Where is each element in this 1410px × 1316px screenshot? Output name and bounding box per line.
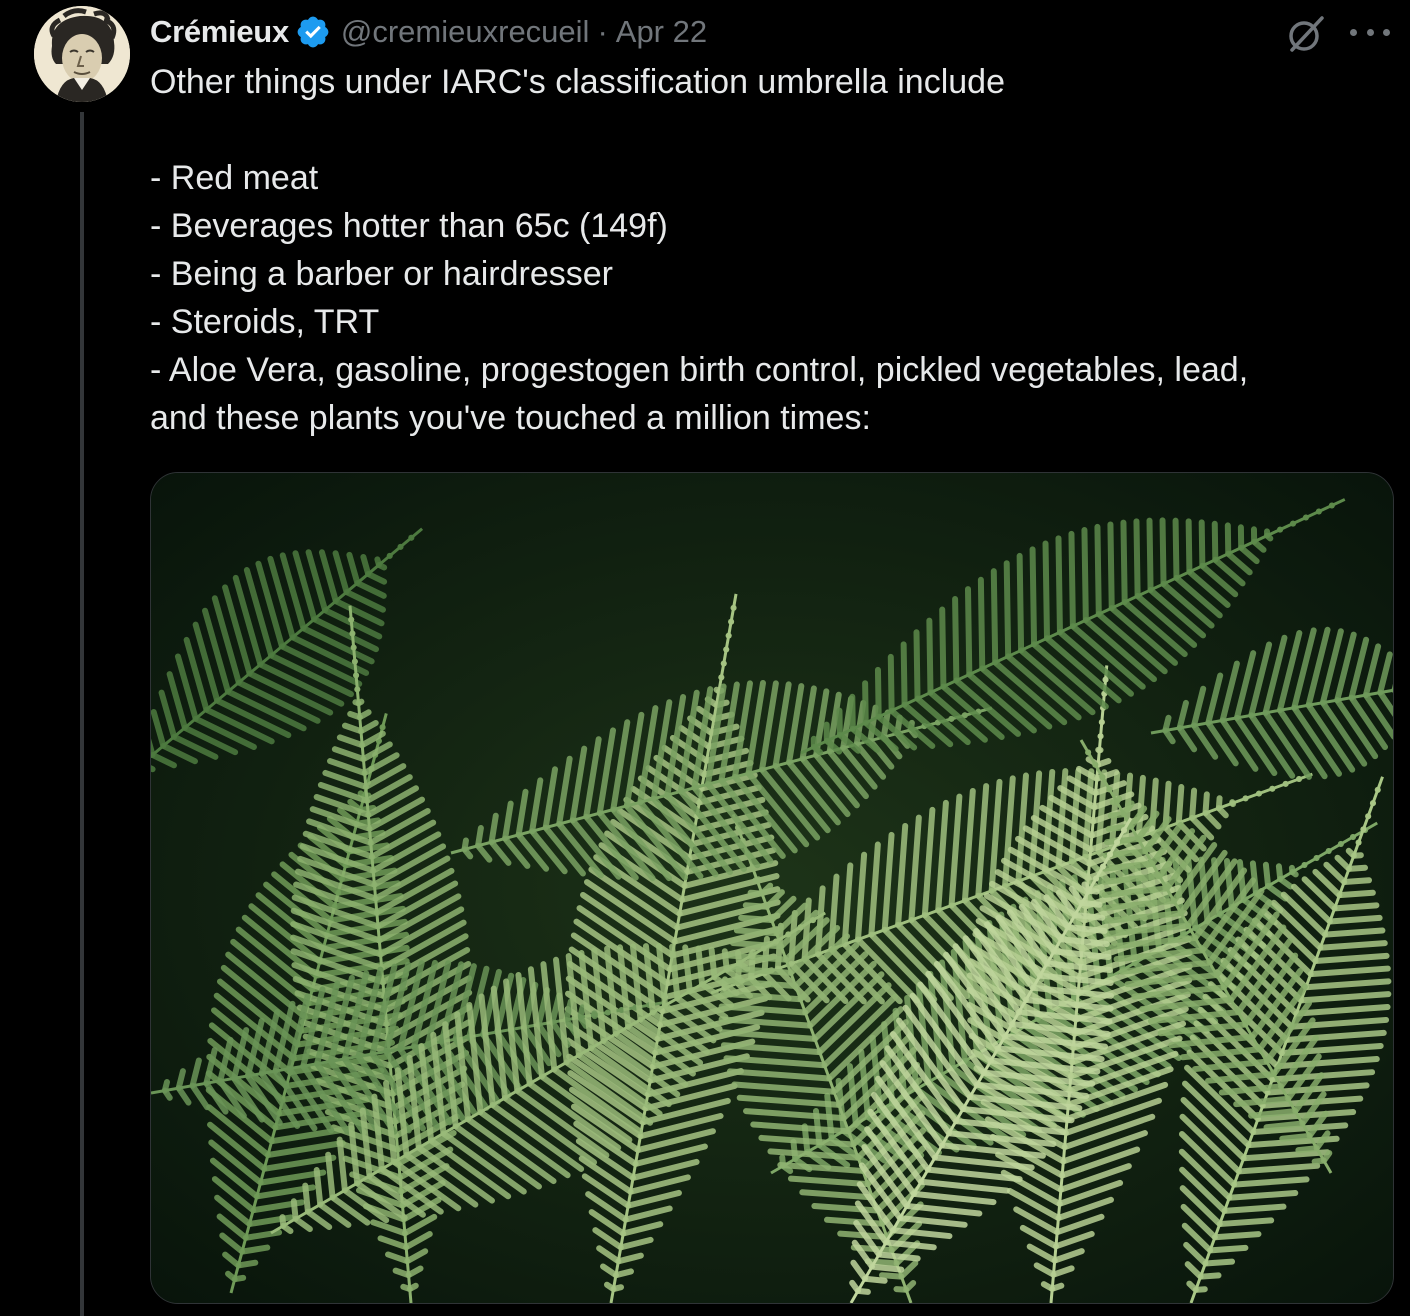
tweet-text-line: - Red meat xyxy=(150,159,319,197)
separator-dot: · xyxy=(597,14,608,49)
tweet-text-line: - Being a barber or hairdresser xyxy=(150,255,614,293)
tweet: Crémieux @cremieuxrecueil · Apr 22 Other… xyxy=(0,0,1410,1316)
tweet-text-line: - Steroids, TRT xyxy=(150,303,380,341)
thread-line xyxy=(80,112,84,1316)
tweet-text: Other things under IARC's classification… xyxy=(150,58,1390,442)
tweet-text-line xyxy=(150,106,1390,154)
grok-icon[interactable] xyxy=(1284,12,1328,56)
portrait-avatar-icon xyxy=(34,6,130,102)
tweet-header: Crémieux @cremieuxrecueil · Apr 22 xyxy=(150,6,707,58)
tweet-text-line: Other things under IARC's classification… xyxy=(150,63,1005,101)
author-handle[interactable]: @cremieuxrecueil xyxy=(341,14,590,50)
more-options-icon[interactable] xyxy=(1350,14,1390,50)
tweet-text-line: - Aloe Vera, gasoline, progestogen birth… xyxy=(150,351,1249,389)
tweet-text-line: - Beverages hotter than 65c (149f) xyxy=(150,207,668,245)
fern-fronds-photo xyxy=(151,473,1393,1303)
author-display-name[interactable]: Crémieux xyxy=(150,14,289,50)
verified-badge-icon[interactable] xyxy=(295,14,331,50)
author-avatar[interactable] xyxy=(34,6,130,102)
tweet-date[interactable]: Apr 22 xyxy=(616,14,707,50)
tweet-image[interactable] xyxy=(150,472,1394,1304)
tweet-text-line: and these plants you've touched a millio… xyxy=(150,399,871,437)
